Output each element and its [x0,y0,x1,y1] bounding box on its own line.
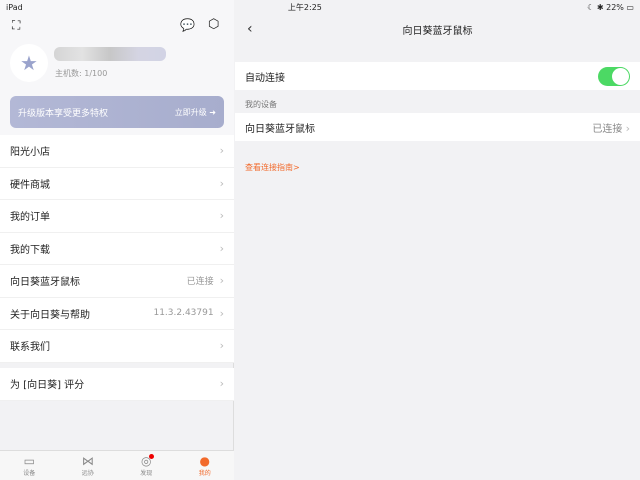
tab-bar: ▭ 设备 ⋈ 远协 ◎ 发现 ● 我的 [0,450,234,480]
detail-pane: ‹ 向日葵蓝牙鼠标 自动连接 我的设备 向日葵蓝牙鼠标 已连接 › 查看连接指南… [235,0,640,480]
avatar[interactable]: ★ [10,44,48,82]
chevron-right-icon: › [625,121,630,135]
menu-item[interactable]: 硬件商城 › [0,168,234,200]
chevron-right-icon: › [219,241,224,255]
message-icon[interactable]: 💬 [180,18,195,32]
menu-value: 已连接 [186,277,214,288]
menu-item[interactable]: 我的下载 › [0,233,234,265]
auto-connect-label: 自动连接 [245,72,285,84]
chevron-right-icon: › [219,306,224,320]
battery-percent: 22% [606,2,624,12]
menu-item[interactable]: 我的订单 › [0,200,234,233]
menu-item[interactable]: 阳光小店 › [0,135,234,168]
upgrade-button[interactable]: 立即升级 [175,108,207,117]
device-name: iPad [6,2,23,12]
tab-remote-assist[interactable]: ⋈ 远协 [59,451,118,480]
host-count: 主机数: 1/100 [55,69,108,78]
profile-icon: ● [199,454,210,468]
auto-connect-toggle[interactable] [598,66,630,86]
menu-item[interactable]: 联系我们 › [0,330,234,363]
battery: ☾ ✱ 22% ▭ [587,2,634,12]
menu-label: 向日葵蓝牙鼠标 [10,277,80,289]
tab-mine[interactable]: ● 我的 [176,451,235,480]
tab-label: 远协 [81,470,94,477]
tab-devices[interactable]: ▭ 设备 [0,451,59,480]
menu-label: 联系我们 [10,342,50,354]
settings-icon[interactable]: ⬡ [208,17,219,32]
monitor-icon: ▭ [23,454,35,468]
rate-section: 为 [向日葵] 评分 › [0,368,234,401]
tab-label: 我的 [198,470,211,477]
auto-connect-row: 自动连接 [235,62,640,90]
scan-icon[interactable]: ⛶ [12,18,20,33]
menu-item[interactable]: 向日葵蓝牙鼠标 已连接 › [0,265,234,298]
status-bar: iPad 上午2:25 ☾ ✱ 22% ▭ [0,0,640,14]
tab-discover[interactable]: ◎ 发现 [117,451,176,480]
menu-label: 我的订单 [10,212,50,224]
back-chevron-icon[interactable]: ‹ [247,21,253,37]
chevron-right-icon: › [219,144,224,158]
tab-label: 发现 [140,470,153,477]
chevron-right-icon: › [219,209,224,223]
account-name-blurred [54,47,166,61]
upgrade-banner[interactable]: 升级版本享受更多特权 立即升级 ➜ [10,96,224,128]
nav-bar: ‹ 向日葵蓝牙鼠标 [235,14,640,44]
menu-label: 阳光小店 [10,147,50,159]
connection-guide-link[interactable]: 查看连接指南> [245,162,300,173]
banner-text: 升级版本享受更多特权 [18,108,109,119]
section-header: 我的设备 [245,100,277,109]
menu-list: 阳光小店 › 硬件商城 › 我的订单 › 我的下载 › 向日葵蓝牙鼠标 已连接 › 关于向日… [0,135,234,363]
device-row[interactable]: 向日葵蓝牙鼠标 已连接 › [235,113,640,141]
rate-app-item[interactable]: 为 [向日葵] 评分 › [0,368,234,401]
device-name: 向日葵蓝牙鼠标 [245,123,315,135]
menu-value: 11.3.2.43791 [153,308,214,319]
clock: 上午2:25 [287,2,322,12]
chevron-right-icon: › [219,339,224,353]
menu-item[interactable]: 关于向日葵与帮助 11.3.2.43791 › [0,298,234,330]
device-status: 已连接 [592,123,623,135]
profile-header: ⛶ 💬 ⬡ ★ 主机数: 1/100 升级版本享受更多特权 立即升级 ➜ [0,0,234,135]
tab-label: 设备 [23,470,36,477]
sidebar: ⛶ 💬 ⬡ ★ 主机数: 1/100 升级版本享受更多特权 立即升级 ➜ 阳光小… [0,0,234,480]
menu-label: 硬件商城 [10,179,50,191]
chevron-right-icon: › [219,176,224,190]
menu-label: 关于向日葵与帮助 [10,309,90,321]
menu-label: 我的下载 [10,244,50,256]
menu-label: 为 [向日葵] 评分 [10,380,85,392]
chevron-right-icon: › [219,377,224,391]
compass-icon: ◎ [141,454,155,468]
page-title: 向日葵蓝牙鼠标 [402,25,473,37]
chevron-right-icon: › [219,274,224,288]
remote-assist-icon: ⋈ [81,454,94,468]
arrow-circle-icon: ➜ [209,107,216,117]
